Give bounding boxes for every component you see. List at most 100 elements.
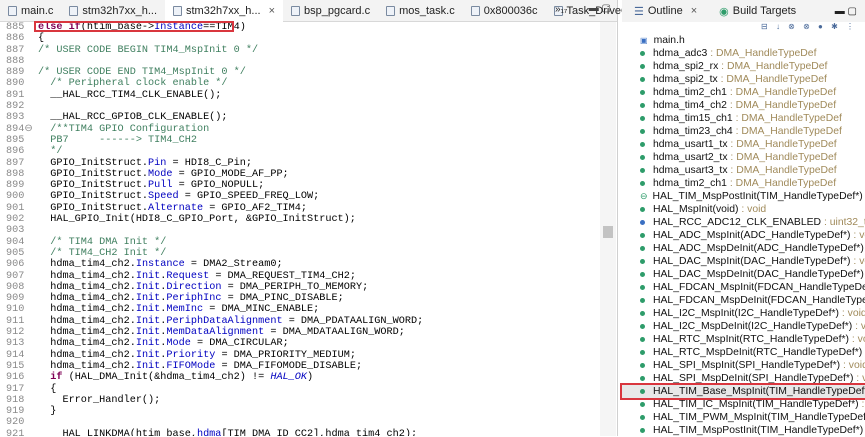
code-text: /* TIM4 DMA Init */ — [30, 237, 166, 248]
outline-item[interactable]: HAL_I2C_MspInit(I2C_HandleTypeDef*) : vo… — [622, 307, 865, 320]
code-token: = DMA_MDATAALIGN_WORD; — [264, 327, 405, 339]
minimize-maximize-buttons[interactable]: ▬ ▢ — [589, 3, 611, 14]
item-name: hdma_usart1_tx — [653, 139, 728, 150]
code-text: hdma_tim4_ch2.Init.Direction = DMA_PERIP… — [30, 282, 368, 293]
outline-item[interactable]: hdma_tim2_ch1 : DMA_HandleTypeDef — [622, 86, 865, 99]
code-line: 893 __HAL_RCC_GPIOB_CLK_ENABLE(); — [0, 112, 600, 123]
outline-item[interactable]: HAL_TIM_IC_MspInit(TIM_HandleTypeDef*) :… — [622, 398, 865, 411]
outline-item[interactable]: HAL_DAC_MspDeInit(DAC_HandleTypeDef*) : … — [622, 268, 865, 281]
code-token: hdma_tim4_ch2. — [38, 281, 136, 293]
function-icon — [640, 298, 645, 303]
code-editor[interactable]: main.c stm32h7xx_h... stm32h7xx_h... × bsp_p… — [0, 0, 644, 436]
editor-tab[interactable]: mos_task.c — [378, 0, 463, 22]
outline-list: ▣ main.h hdma_adc3 : DMA_HandleTypeDef hdma… — [620, 34, 865, 437]
outline-item[interactable]: HAL_I2C_MspDeInit(I2C_HandleTypeDef*) : … — [622, 320, 865, 333]
editor-tab[interactable]: main.c — [0, 0, 61, 22]
editor-tab[interactable]: bsp_pgcard.c — [283, 0, 378, 22]
outline-tab[interactable]: ☰ Outline × — [626, 0, 705, 22]
outline-item[interactable]: hdma_adc3 : DMA_HandleTypeDef — [622, 47, 865, 60]
editor-tab[interactable]: stm32h7xx_h... × — [165, 0, 284, 22]
outline-item[interactable]: HAL_RCC_ADC12_CLK_ENABLED : uint32_t — [622, 216, 865, 229]
code-line: 906 hdma_tim4_ch2.Instance = DMA2_Stream… — [0, 259, 600, 270]
outline-tab[interactable]: ◉ Build Targets — [711, 0, 804, 22]
item-type: DMA_HandleTypeDef — [726, 74, 827, 85]
outline-item[interactable]: HAL_MspInit(void) : void — [622, 203, 865, 216]
outline-item[interactable]: hdma_spi2_tx : DMA_HandleTypeDef — [622, 73, 865, 86]
vertical-scrollbar[interactable] — [600, 22, 616, 436]
line-number: 892 — [6, 101, 25, 113]
close-tab-icon[interactable]: × — [269, 5, 275, 17]
variable-icon — [640, 64, 645, 69]
outline-item[interactable]: hdma_spi2_rx : DMA_HandleTypeDef — [622, 60, 865, 73]
include-icon: ▣ — [640, 36, 648, 45]
item-type: DMA_HandleTypeDef — [715, 48, 817, 59]
code-token: = DMA_CIRCULAR; — [190, 338, 289, 350]
outline-item[interactable]: ⊖ HAL_TIM_MspPostInit(TIM_HandleTypeDef*)… — [622, 190, 865, 203]
type-separator: : — [850, 256, 860, 267]
code-text: PB7 ------> TIM4_CH2 — [30, 135, 197, 146]
code-token: HAL_LINKDMA(htim_base, — [38, 428, 197, 436]
outline-item[interactable]: HAL_TIM_PWM_MspInit(TIM_HandleTypeDef*) … — [622, 411, 865, 424]
minimize-maximize-buttons[interactable]: ▬ ▢ — [835, 6, 857, 17]
line-number: 888 — [6, 55, 25, 67]
more-tabs-button[interactable]: »₁₇ — [555, 4, 567, 15]
file-icon — [470, 5, 480, 16]
function-icon — [640, 311, 645, 316]
code-token: MemInc — [166, 304, 204, 316]
item-type: DMA_HandleTypeDef — [736, 139, 837, 150]
line-number: 893 — [6, 112, 25, 124]
outline-item[interactable]: hdma_usart1_tx : DMA_HandleTypeDef — [622, 138, 865, 151]
code-token: hdma_tim4_ch2. — [38, 360, 136, 372]
outline-item[interactable]: hdma_tim23_ch4 : DMA_HandleTypeDef — [622, 125, 865, 138]
outline-toolbar[interactable]: ⊟ ↓ ⊗ ⊗ ● ✱ ⋮ — [622, 22, 865, 34]
outline-item[interactable]: HAL_FDCAN_MspDeInit(FDCAN_HandleTypeDef*… — [622, 294, 865, 307]
code-token: FIFOMode — [166, 360, 216, 372]
variable-icon — [640, 155, 645, 160]
code-text: /**TIM4 GPIO Configuration — [30, 124, 209, 135]
tab-label: mos_task.c — [399, 4, 455, 17]
outline-item[interactable]: HAL_SPI_MspInit(SPI_HandleTypeDef*) : vo… — [622, 359, 865, 372]
item-name: hdma_tim23_ch4 — [653, 126, 733, 137]
editor-tab[interactable]: 0x800036c — [463, 0, 546, 22]
item-type: DMA_HandleTypeDef — [741, 126, 842, 137]
code-text: hdma_tim4_ch2.Init.PeriphDataAlignment =… — [30, 316, 423, 327]
line-number: 889 — [6, 67, 25, 79]
outline-item[interactable]: HAL_RTC_MspDeInit(RTC_HandleTypeDef*) : … — [622, 346, 865, 359]
build-targets-icon: ◉ — [719, 5, 729, 18]
code-token: Init — [135, 293, 161, 305]
outline-item[interactable]: hdma_tim2_ch1 : DMA_HandleTypeDef — [622, 177, 865, 190]
item-name: hdma_usart2_tx — [653, 152, 728, 163]
type-separator: : — [726, 100, 736, 111]
outline-item[interactable]: HAL_TIM_MspPostInit(TIM_HandleTypeDef*) … — [622, 424, 865, 437]
outline-item[interactable]: HAL_FDCAN_MspInit(FDCAN_HandleTypeDef*) … — [622, 281, 865, 294]
code-text: /* Peripheral clock enable */ — [30, 78, 227, 89]
outline-item[interactable]: HAL_RTC_MspInit(RTC_HandleTypeDef*) : vo… — [622, 333, 865, 346]
code-token: { — [38, 383, 57, 395]
outline-item[interactable]: hdma_usart3_tx : DMA_HandleTypeDef — [622, 164, 865, 177]
code-token: GPIO_InitStruct. — [38, 202, 149, 214]
code-line: 898 GPIO_InitStruct.Mode = GPIO_MODE_AF_… — [0, 169, 600, 180]
scrollbar-thumb[interactable] — [603, 226, 613, 238]
item-type: uint32_t — [829, 217, 865, 228]
code-token: = GPIO_AF2_TIM4; — [203, 202, 308, 214]
variable-icon — [640, 142, 645, 147]
outline-item[interactable]: HAL_ADC_MspInit(ADC_HandleTypeDef*) : vo… — [622, 229, 865, 242]
code-line: 920 — [0, 417, 600, 428]
outline-item[interactable]: hdma_usart2_tx : DMA_HandleTypeDef — [622, 151, 865, 164]
code-token: GPIO_InitStruct. — [38, 191, 149, 203]
outline-item[interactable]: HAL_SPI_MspDeInit(SPI_HandleTypeDef*) : … — [622, 372, 865, 385]
outline-item[interactable]: ▣ main.h — [622, 34, 865, 47]
code-line: 894⊖ /**TIM4 GPIO Configuration — [0, 124, 600, 135]
outline-item[interactable]: hdma_tim15_ch1 : DMA_HandleTypeDef — [622, 112, 865, 125]
code-area[interactable]: 885 else if(htim_base->Instance==TIM4) 886… — [0, 22, 600, 436]
code-token: PeriphInc — [166, 293, 222, 305]
variable-icon — [640, 168, 645, 173]
editor-tab[interactable]: stm32h7xx_h... — [61, 0, 165, 22]
outline-item[interactable]: HAL_TIM_Base_MspInit(TIM_HandleTypeDef*)… — [620, 383, 865, 400]
outline-item[interactable]: HAL_DAC_MspInit(DAC_HandleTypeDef*) : vo… — [622, 255, 865, 268]
code-token: Instance — [135, 259, 185, 271]
function-icon — [640, 233, 645, 238]
outline-item[interactable]: HAL_ADC_MspDeInit(ADC_HandleTypeDef*) : … — [622, 242, 865, 255]
close-tab-icon[interactable]: × — [691, 5, 697, 17]
outline-item[interactable]: hdma_tim4_ch2 : DMA_HandleTypeDef — [622, 99, 865, 112]
